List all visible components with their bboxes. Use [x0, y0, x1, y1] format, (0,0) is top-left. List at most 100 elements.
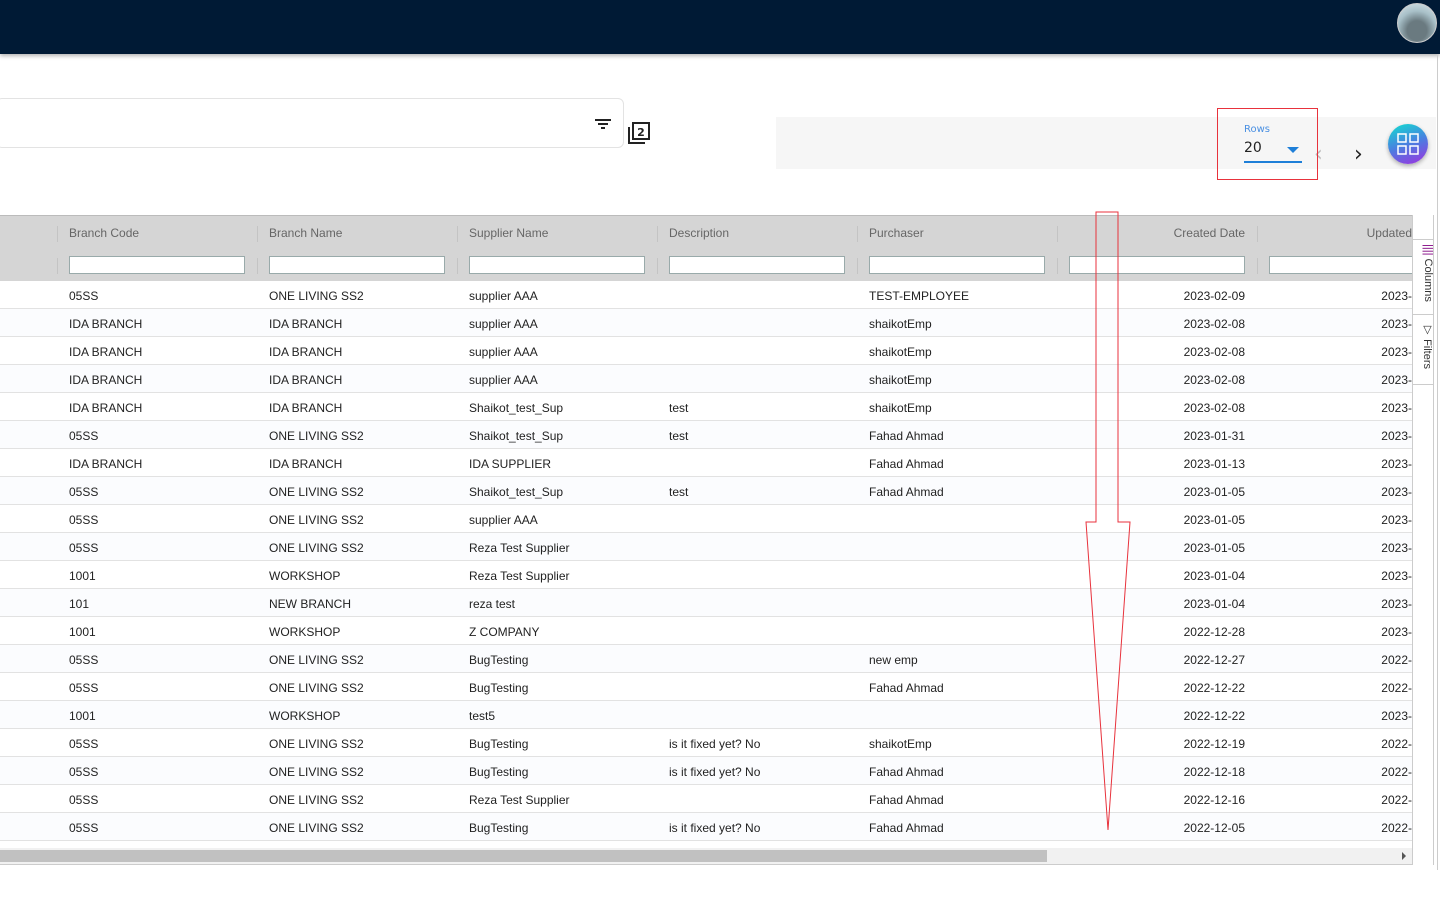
table-cell: 1001 — [69, 625, 96, 639]
table-cell: BugTesting — [469, 737, 529, 751]
table-row[interactable]: IDA BRANCH IDA BRANCH IDA SUPPLIER Fahad Ah… — [0, 449, 1412, 477]
table-cell: ONE LIVING SS2 — [269, 289, 364, 303]
column-header[interactable]: Description — [669, 226, 729, 240]
table-cell: IDA BRANCH — [69, 345, 143, 359]
column-header[interactable]: Supplier Name — [469, 226, 548, 240]
table-cell: 2023- — [1381, 513, 1412, 527]
table-row[interactable]: 05SS ONE LIVING SS2 Reza Test Supplier Faha… — [0, 785, 1412, 813]
prev-page-button[interactable]: ‹ — [1314, 142, 1323, 167]
table-row[interactable]: 1001 WORKSHOP Reza Test Supplier 2023-01-04… — [0, 561, 1412, 589]
data-grid: Branch Code Branch Name Supplier Name Descr… — [0, 215, 1412, 865]
table-row[interactable]: 1001 WORKSHOP Z COMPANY 2022-12-28 2023- — [0, 617, 1412, 645]
table-row[interactable]: IDA BRANCH IDA BRANCH Shaikot_test_Sup test… — [0, 393, 1412, 421]
column-filter-input[interactable] — [69, 256, 245, 274]
table-cell: test — [669, 485, 689, 499]
table-row[interactable]: 05SS ONE LIVING SS2 BugTesting is it fixed … — [0, 729, 1412, 757]
scrollbar-thumb[interactable] — [0, 850, 1047, 862]
table-cell: 05SS — [69, 821, 99, 835]
column-separator — [857, 258, 858, 274]
filter-icon[interactable] — [595, 119, 611, 129]
table-cell: 2022- — [1381, 681, 1412, 695]
table-row[interactable]: 05SS ONE LIVING SS2 Shaikot_test_Sup test Fa… — [0, 421, 1412, 449]
scroll-right-icon[interactable] — [1402, 852, 1406, 860]
next-page-button[interactable]: › — [1354, 142, 1363, 167]
table-row[interactable]: 05SS ONE LIVING SS2 BugTesting is it fixed … — [0, 813, 1412, 841]
table-cell: 2023- — [1381, 457, 1412, 471]
table-row[interactable]: 05SS ONE LIVING SS2 supplier AAA 2023-01-05… — [0, 505, 1412, 533]
table-row[interactable]: 05SS ONE LIVING SS2 Shaikot_test_Sup test Fa… — [0, 477, 1412, 505]
table-row[interactable]: IDA BRANCH IDA BRANCH supplier AAA shaikotE… — [0, 309, 1412, 337]
table-cell: shaikotEmp — [869, 373, 932, 387]
table-cell: IDA BRANCH — [269, 317, 343, 331]
filters-tab[interactable]: ▽ Filters — [1413, 319, 1434, 385]
table-cell: Fahad Ahmad — [869, 429, 944, 443]
table-cell: 1001 — [69, 709, 96, 723]
table-cell: 2023-01-04 — [1183, 597, 1245, 611]
table-cell: 05SS — [69, 429, 99, 443]
table-cell: shaikotEmp — [869, 317, 932, 331]
column-separator — [57, 258, 58, 274]
table-row[interactable]: IDA BRANCH IDA BRANCH supplier AAA shaikotE… — [0, 337, 1412, 365]
column-filter-input[interactable] — [1069, 256, 1245, 274]
table-cell: BugTesting — [469, 765, 529, 779]
table-cell: IDA BRANCH — [269, 373, 343, 387]
column-filter-input[interactable] — [1269, 256, 1412, 274]
table-row[interactable]: 1001 WORKSHOP test5 2022-12-22 2023- — [0, 701, 1412, 729]
table-row[interactable]: 05SS ONE LIVING SS2 supplier AAA TEST-EMPLO… — [0, 281, 1412, 309]
table-cell: 2023-01-31 — [1183, 429, 1245, 443]
columns-tab[interactable]: |||| Columns — [1413, 239, 1434, 315]
column-header[interactable]: Created Date — [1069, 226, 1245, 240]
table-cell: 05SS — [69, 513, 99, 527]
column-header[interactable]: Purchaser — [869, 226, 924, 240]
table-cell: ONE LIVING SS2 — [269, 821, 364, 835]
user-avatar[interactable] — [1397, 3, 1437, 43]
table-cell: 05SS — [69, 681, 99, 695]
column-header[interactable]: Branch Code — [69, 226, 139, 240]
table-row[interactable]: 05SS ONE LIVING SS2 BugTesting new emp 2022-… — [0, 645, 1412, 673]
horizontal-scrollbar[interactable] — [0, 848, 1412, 864]
table-cell: 2023- — [1381, 429, 1412, 443]
column-filter-input[interactable] — [269, 256, 445, 274]
table-cell: 2023- — [1381, 569, 1412, 583]
table-cell: BugTesting — [469, 821, 529, 835]
table-cell: 2022-12-19 — [1183, 737, 1245, 751]
column-header[interactable]: Branch Name — [269, 226, 342, 240]
search-box[interactable] — [0, 98, 624, 148]
table-cell: reza test — [469, 597, 516, 611]
table-cell: 05SS — [69, 541, 99, 555]
table-cell: IDA BRANCH — [269, 345, 343, 359]
table-cell: 2022-12-22 — [1183, 709, 1245, 723]
column-filter-input[interactable] — [869, 256, 1045, 274]
table-cell: 2022- — [1381, 653, 1412, 667]
table-cell: supplier AAA — [469, 345, 538, 359]
table-cell: supplier AAA — [469, 317, 538, 331]
page-scrollbar-edge — [1437, 54, 1438, 870]
filters-label: Filters — [1421, 339, 1433, 370]
rows-per-page-select[interactable]: 20 — [1244, 140, 1262, 156]
table-row[interactable]: 05SS ONE LIVING SS2 BugTesting is it fixed … — [0, 757, 1412, 785]
column-filter-input[interactable] — [469, 256, 645, 274]
table-cell: 2023- — [1381, 485, 1412, 499]
table-row[interactable]: 05SS ONE LIVING SS2 Reza Test Supplier 2023… — [0, 533, 1412, 561]
table-cell: NEW BRANCH — [269, 597, 352, 611]
dropdown-arrow-icon[interactable] — [1287, 147, 1299, 153]
table-cell: shaikotEmp — [869, 401, 932, 415]
table-cell: ONE LIVING SS2 — [269, 485, 364, 499]
table-row[interactable]: IDA BRANCH IDA BRANCH supplier AAA shaikotE… — [0, 365, 1412, 393]
column-header[interactable]: Updated — [1269, 226, 1412, 240]
table-cell: 2023- — [1381, 373, 1412, 387]
copy-two-icon[interactable]: 2 — [627, 121, 651, 145]
column-separator — [1057, 258, 1058, 274]
table-cell: 2023- — [1381, 597, 1412, 611]
column-separator — [857, 226, 858, 242]
table-cell: IDA BRANCH — [69, 457, 143, 471]
column-separator — [257, 226, 258, 242]
grid-view-button[interactable] — [1388, 124, 1428, 164]
table-cell: 2023- — [1381, 401, 1412, 415]
table-cell: Reza Test Supplier — [469, 793, 570, 807]
table-cell: 2022- — [1381, 737, 1412, 751]
columns-label: Columns — [1422, 258, 1434, 302]
table-row[interactable]: 05SS ONE LIVING SS2 BugTesting Fahad Ahmad 2… — [0, 673, 1412, 701]
column-filter-input[interactable] — [669, 256, 845, 274]
table-row[interactable]: 101 NEW BRANCH reza test 2023-01-04 2023- — [0, 589, 1412, 617]
